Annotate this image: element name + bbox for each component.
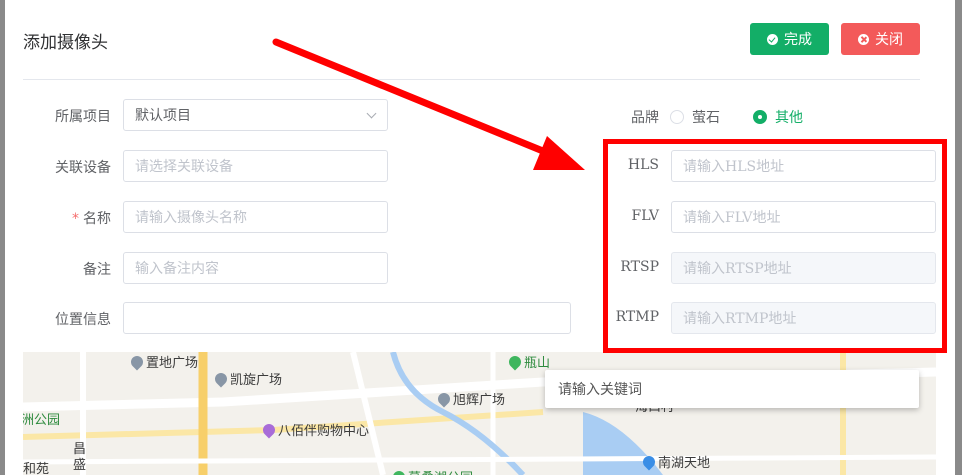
map-search-placeholder: 请输入关键词 bbox=[558, 382, 642, 398]
chevron-down-icon bbox=[366, 108, 377, 119]
close-label: 关闭 bbox=[875, 31, 903, 47]
map-poi[interactable]: 和苑 bbox=[23, 458, 49, 475]
name-input[interactable]: 请输入摄像头名称 bbox=[123, 201, 388, 233]
map-poi[interactable]: 葛叠湖公园 bbox=[390, 467, 473, 475]
brand-radio-ezviz[interactable]: 萤石 bbox=[670, 107, 720, 127]
remark-placeholder: 输入备注内容 bbox=[135, 261, 219, 277]
device-label: 关联设备 bbox=[55, 160, 111, 176]
location-map[interactable]: 置地广场 凯旋广场 八佰伴购物中心 旭辉广场 瓶山 南湖天地 洲公园 昌 盛 和… bbox=[23, 352, 936, 475]
map-poi[interactable]: 洲公园 bbox=[23, 409, 60, 428]
poi-label: 葛叠湖公园 bbox=[408, 467, 473, 475]
map-poi[interactable]: 凯旋广场 bbox=[212, 369, 283, 388]
radio-circle-icon bbox=[670, 110, 684, 124]
poi-label: 旭辉广场 bbox=[453, 393, 506, 408]
device-placeholder: 请选择关联设备 bbox=[135, 159, 233, 175]
dialog-header: 添加摄像头 完成 关闭 bbox=[23, 0, 920, 80]
map-poi[interactable]: 置地广场 bbox=[128, 352, 199, 371]
location-input[interactable] bbox=[123, 302, 571, 334]
overlay-edge-right bbox=[955, 0, 962, 475]
poi-pin-icon bbox=[640, 453, 658, 470]
poi-label: 瓶山 bbox=[524, 356, 551, 371]
brand-option-label: 萤石 bbox=[692, 110, 720, 126]
close-button[interactable]: 关闭 bbox=[841, 23, 920, 55]
park-pin-icon bbox=[390, 468, 408, 475]
done-label: 完成 bbox=[784, 31, 812, 47]
project-label: 所属项目 bbox=[55, 109, 111, 125]
name-placeholder: 请输入摄像头名称 bbox=[135, 210, 247, 226]
project-select-value: 默认项目 bbox=[135, 108, 191, 124]
name-label-text: 名称 bbox=[83, 211, 111, 227]
poi-pin-icon bbox=[212, 370, 230, 387]
poi-label: 八佰伴购物中心 bbox=[278, 424, 370, 439]
map-search-input[interactable]: 请输入关键词 bbox=[545, 370, 919, 408]
map-poi[interactable]: 盛 bbox=[73, 454, 86, 473]
poi-label: 盛 bbox=[73, 458, 87, 473]
poi-pin-icon bbox=[128, 353, 146, 370]
poi-label: 洲公园 bbox=[23, 413, 61, 428]
poi-label: 置地广场 bbox=[146, 356, 199, 371]
poi-pin-icon bbox=[435, 390, 453, 407]
map-poi[interactable]: 八佰伴购物中心 bbox=[260, 420, 370, 439]
name-label: * 名称 bbox=[35, 208, 111, 228]
map-poi[interactable]: 南湖天地 bbox=[640, 452, 711, 471]
remark-input[interactable]: 输入备注内容 bbox=[123, 252, 388, 284]
add-camera-dialog: 添加摄像头 完成 关闭 所属项目 默认项目 关联设备 请选择关联设备 * 名称 请… bbox=[5, 0, 955, 475]
poi-label: 和苑 bbox=[23, 462, 50, 475]
close-circle-icon bbox=[858, 33, 869, 45]
map-poi[interactable]: 瓶山 bbox=[506, 352, 551, 371]
park-pin-icon bbox=[506, 353, 524, 370]
brand-label: 品牌 bbox=[631, 110, 659, 126]
brand-radio-other[interactable]: 其他 bbox=[753, 107, 803, 127]
highlight-box bbox=[603, 139, 947, 353]
poi-label: 南湖天地 bbox=[658, 456, 711, 471]
required-mark: * bbox=[72, 211, 79, 227]
brand-option-label: 其他 bbox=[775, 110, 803, 126]
dialog-title: 添加摄像头 bbox=[23, 33, 108, 53]
done-button[interactable]: 完成 bbox=[750, 23, 829, 55]
location-label: 位置信息 bbox=[55, 312, 111, 328]
poi-label: 凯旋广场 bbox=[230, 373, 283, 388]
device-select[interactable]: 请选择关联设备 bbox=[123, 150, 388, 182]
check-circle-icon bbox=[767, 33, 778, 45]
radio-checked-icon bbox=[753, 110, 767, 124]
project-select[interactable]: 默认项目 bbox=[123, 99, 388, 131]
remark-label: 备注 bbox=[83, 262, 111, 278]
map-poi[interactable]: 旭辉广场 bbox=[435, 389, 506, 408]
shopping-pin-icon bbox=[260, 421, 278, 438]
